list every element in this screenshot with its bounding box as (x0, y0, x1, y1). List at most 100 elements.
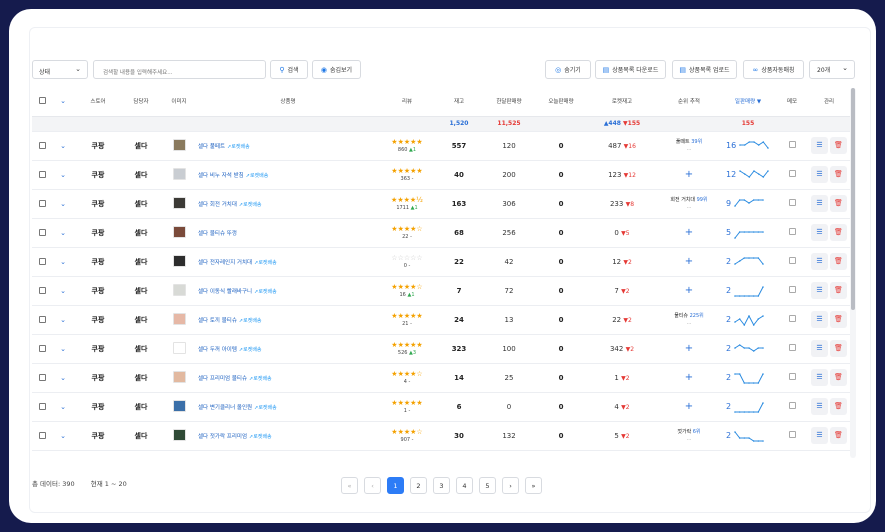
add-rank-tracking-button[interactable]: + (685, 169, 693, 180)
product-name-cell[interactable]: 셀다 이동식 빨래바구니 ➚로켓배송 (198, 276, 378, 306)
hide-button[interactable]: ◎ 숨기기 (545, 60, 591, 79)
list-button[interactable]: ☰ (811, 398, 828, 415)
chevron-down-icon[interactable]: ⌄ (60, 171, 66, 179)
chevron-down-icon[interactable]: ⌄ (60, 287, 66, 295)
col-daily-sales[interactable]: 일판매량 ▼ (720, 86, 776, 117)
page-button[interactable]: 2 (410, 477, 427, 494)
list-button[interactable]: ☰ (811, 311, 828, 328)
chevron-down-icon[interactable]: ⌄ (60, 316, 66, 324)
row-checkbox[interactable] (38, 142, 46, 149)
memo-icon[interactable] (788, 257, 796, 264)
product-name-cell[interactable]: 셀다 토끼 물티슈 ➚로켓배송 (198, 305, 378, 335)
chevron-down-icon[interactable]: ⌄ (60, 200, 66, 208)
chevron-down-icon[interactable]: ⌄ (60, 258, 66, 266)
list-button[interactable]: ☰ (811, 282, 828, 299)
add-rank-tracking-button[interactable]: + (685, 227, 693, 238)
delete-icon[interactable]: 🗑 (830, 311, 847, 328)
row-checkbox[interactable] (38, 432, 46, 439)
product-thumbnail[interactable] (172, 196, 186, 209)
chevron-down-icon[interactable]: ⌄ (60, 97, 66, 105)
product-name-cell[interactable]: 셀다 전자레인지 거치대 ➚로켓배송 (198, 247, 378, 277)
product-name[interactable]: 셀다 두꺼 아이템 (198, 347, 237, 353)
memo-icon[interactable] (788, 431, 796, 438)
delete-icon[interactable]: 🗑 (830, 369, 847, 386)
product-name-cell[interactable]: 셀다 물티슈 뚜껑 (198, 218, 378, 248)
select-all-checkbox[interactable] (38, 97, 46, 105)
expand-all-header[interactable]: ⌄ (52, 86, 74, 117)
chevron-down-icon[interactable]: ⌄ (60, 142, 66, 150)
product-thumbnail[interactable] (172, 167, 186, 180)
list-button[interactable]: ☰ (811, 137, 828, 154)
add-rank-tracking-button[interactable]: + (685, 256, 693, 267)
memo-icon[interactable] (788, 373, 796, 380)
delete-icon[interactable]: 🗑 (830, 166, 847, 183)
list-button[interactable]: ☰ (811, 224, 828, 241)
row-checkbox[interactable] (38, 403, 46, 410)
product-name-cell[interactable]: 셀다 두꺼 아이템 ➚로켓배송 (198, 334, 378, 364)
product-thumbnail[interactable] (172, 341, 186, 354)
product-thumbnail[interactable] (172, 254, 186, 267)
product-name[interactable]: 셀다 전자레인지 거치대 (198, 260, 252, 266)
product-thumbnail[interactable] (172, 312, 186, 325)
product-thumbnail[interactable] (172, 138, 186, 151)
product-name[interactable]: 셀다 비누 자석 받침 (198, 173, 244, 179)
product-name[interactable]: 셀다 프리미엄 물티슈 (198, 376, 247, 382)
list-button[interactable]: ☰ (811, 427, 828, 444)
memo-icon[interactable] (788, 344, 796, 351)
delete-icon[interactable]: 🗑 (830, 398, 847, 415)
memo-icon[interactable] (788, 199, 796, 206)
memo-icon[interactable] (788, 315, 796, 322)
product-thumbnail[interactable] (172, 370, 186, 383)
row-checkbox[interactable] (38, 258, 46, 265)
page-size-select[interactable]: 20개 ⌄ (809, 60, 855, 79)
add-rank-tracking-button[interactable]: + (685, 343, 693, 354)
add-rank-tracking-button[interactable]: + (685, 285, 693, 296)
product-name-cell[interactable]: 셀다 프리미엄 물티슈 ➚로켓배송 (198, 363, 378, 393)
chevron-down-icon[interactable]: ⌄ (60, 345, 66, 353)
product-name[interactable]: 셀다 이동식 빨래바구니 (198, 289, 252, 295)
page-button[interactable]: 1 (387, 477, 404, 494)
select-all-header[interactable] (32, 86, 52, 117)
product-name-cell[interactable]: 셀다 젓가락 프리미엄 ➚로켓배송 (198, 421, 378, 451)
product-name[interactable]: 셀다 변기클리너 올인원 (198, 405, 252, 411)
product-name-cell[interactable]: 셀다 변기클리너 올인원 ➚로켓배송 (198, 392, 378, 422)
page-button[interactable]: » (525, 477, 542, 494)
memo-icon[interactable] (788, 286, 796, 293)
row-checkbox[interactable] (38, 229, 46, 236)
page-button[interactable]: « (341, 477, 358, 494)
scrollbar-thumb[interactable] (851, 88, 855, 310)
product-name-cell[interactable]: 셀다 비누 자석 받침 ➚로켓배송 (198, 160, 378, 190)
page-button[interactable]: 4 (456, 477, 473, 494)
memo-icon[interactable] (788, 228, 796, 235)
hidden-view-button[interactable]: ◉ 숨김보기 (312, 60, 361, 79)
search-button[interactable]: ⚲ 검색 (270, 60, 308, 79)
product-thumbnail[interactable] (172, 399, 186, 412)
chevron-down-icon[interactable]: ⌄ (60, 229, 66, 237)
delete-icon[interactable]: 🗑 (830, 195, 847, 212)
product-name[interactable]: 셀다 회전 거치대 (198, 202, 237, 208)
add-rank-tracking-button[interactable]: + (685, 401, 693, 412)
row-checkbox[interactable] (38, 374, 46, 381)
row-checkbox[interactable] (38, 171, 46, 178)
list-button[interactable]: ☰ (811, 195, 828, 212)
product-name[interactable]: 셀다 풀떼트 (198, 144, 225, 150)
page-button[interactable]: 5 (479, 477, 496, 494)
product-name-cell[interactable]: 셀다 회전 거치대 ➚로켓배송 (198, 189, 378, 219)
product-name[interactable]: 셀다 젓가락 프리미엄 (198, 434, 247, 440)
list-button[interactable]: ☰ (811, 166, 828, 183)
product-name[interactable]: 셀다 토끼 물티슈 (198, 318, 237, 324)
product-thumbnail[interactable] (172, 225, 186, 238)
page-button[interactable]: › (502, 477, 519, 494)
product-thumbnail[interactable] (172, 283, 186, 296)
product-name-cell[interactable]: 셀다 풀떼트 ➚로켓배송 (198, 131, 378, 161)
row-checkbox[interactable] (38, 316, 46, 323)
rank-info[interactable]: 물티슈 225위... (658, 313, 720, 327)
page-button[interactable]: 3 (433, 477, 450, 494)
delete-icon[interactable]: 🗑 (830, 224, 847, 241)
delete-icon[interactable]: 🗑 (830, 427, 847, 444)
chevron-down-icon[interactable]: ⌄ (60, 403, 66, 411)
rank-info[interactable]: 회전 거치대 99위... (658, 197, 720, 211)
rank-info[interactable]: 젓가락 6위... (658, 429, 720, 443)
auto-match-button[interactable]: ∞ 상품자동매칭 (743, 60, 804, 79)
product-thumbnail[interactable] (172, 428, 186, 441)
